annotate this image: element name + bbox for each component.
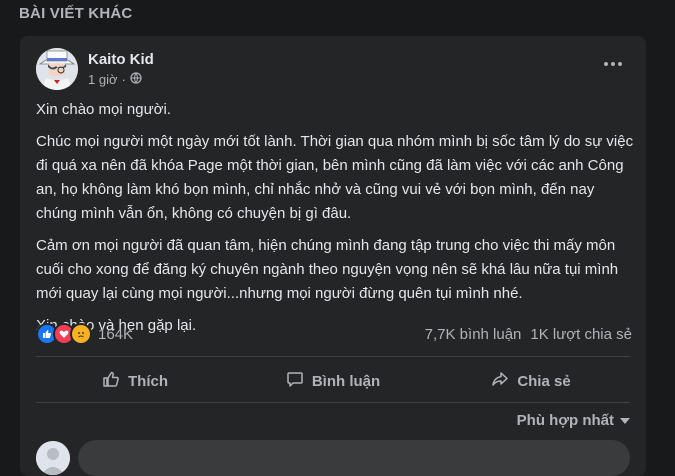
comment-input[interactable] xyxy=(78,440,630,476)
share-label: Chia sẻ xyxy=(517,372,571,390)
dot-icon xyxy=(604,62,608,66)
reaction-count[interactable]: 164K xyxy=(98,326,133,343)
user-avatar[interactable] xyxy=(36,441,70,475)
post-actions: Thích Bình luận Chia sẻ xyxy=(36,363,630,399)
divider xyxy=(36,356,630,357)
share-count[interactable]: 1K lượt chia sẻ xyxy=(530,326,632,343)
like-button[interactable]: Thích xyxy=(36,363,234,399)
globe-icon xyxy=(130,72,142,87)
post-text: Xin chào mọi người. Chúc mọi người một n… xyxy=(36,98,636,346)
reaction-icons[interactable] xyxy=(36,323,92,345)
share-button[interactable]: Chia sẻ xyxy=(432,363,630,399)
sad-icon xyxy=(70,323,92,345)
post-paragraph: Xin chào mọi người. xyxy=(36,101,171,118)
divider xyxy=(36,402,630,403)
more-options-button[interactable] xyxy=(600,54,626,74)
caret-down-icon xyxy=(620,412,630,429)
sort-label: Phù hợp nhất xyxy=(516,412,614,429)
comment-label: Bình luận xyxy=(311,372,381,390)
comment-button[interactable]: Bình luận xyxy=(234,363,432,399)
dot-icon xyxy=(611,62,615,66)
post-paragraph: Cảm ơn mọi người đã quan tâm, hiện chúng… xyxy=(36,237,619,302)
dot-icon xyxy=(618,62,622,66)
reactions-bar: 164K 7,7K bình luận 1K lượt chia sẻ xyxy=(36,322,632,346)
comment-sort-dropdown[interactable]: Phù hợp nhất xyxy=(517,412,630,429)
post-meta: 1 giờ · xyxy=(88,72,142,87)
section-title: BÀI VIẾT KHÁC xyxy=(19,5,133,22)
avatar[interactable] xyxy=(36,48,78,90)
comment-count[interactable]: 7,7K bình luận xyxy=(425,326,522,343)
share-icon xyxy=(491,370,509,392)
post-paragraph: Chúc mọi người một ngày mới tốt lành. Th… xyxy=(36,133,634,222)
post-time[interactable]: 1 giờ xyxy=(88,72,118,87)
post-card: Kaito Kid 1 giờ · Xin chào mọi người. Ch… xyxy=(20,36,646,476)
like-label: Thích xyxy=(128,372,168,390)
post-author[interactable]: Kaito Kid xyxy=(88,51,154,68)
comment-icon xyxy=(286,370,304,392)
thumbs-up-icon xyxy=(102,370,120,392)
